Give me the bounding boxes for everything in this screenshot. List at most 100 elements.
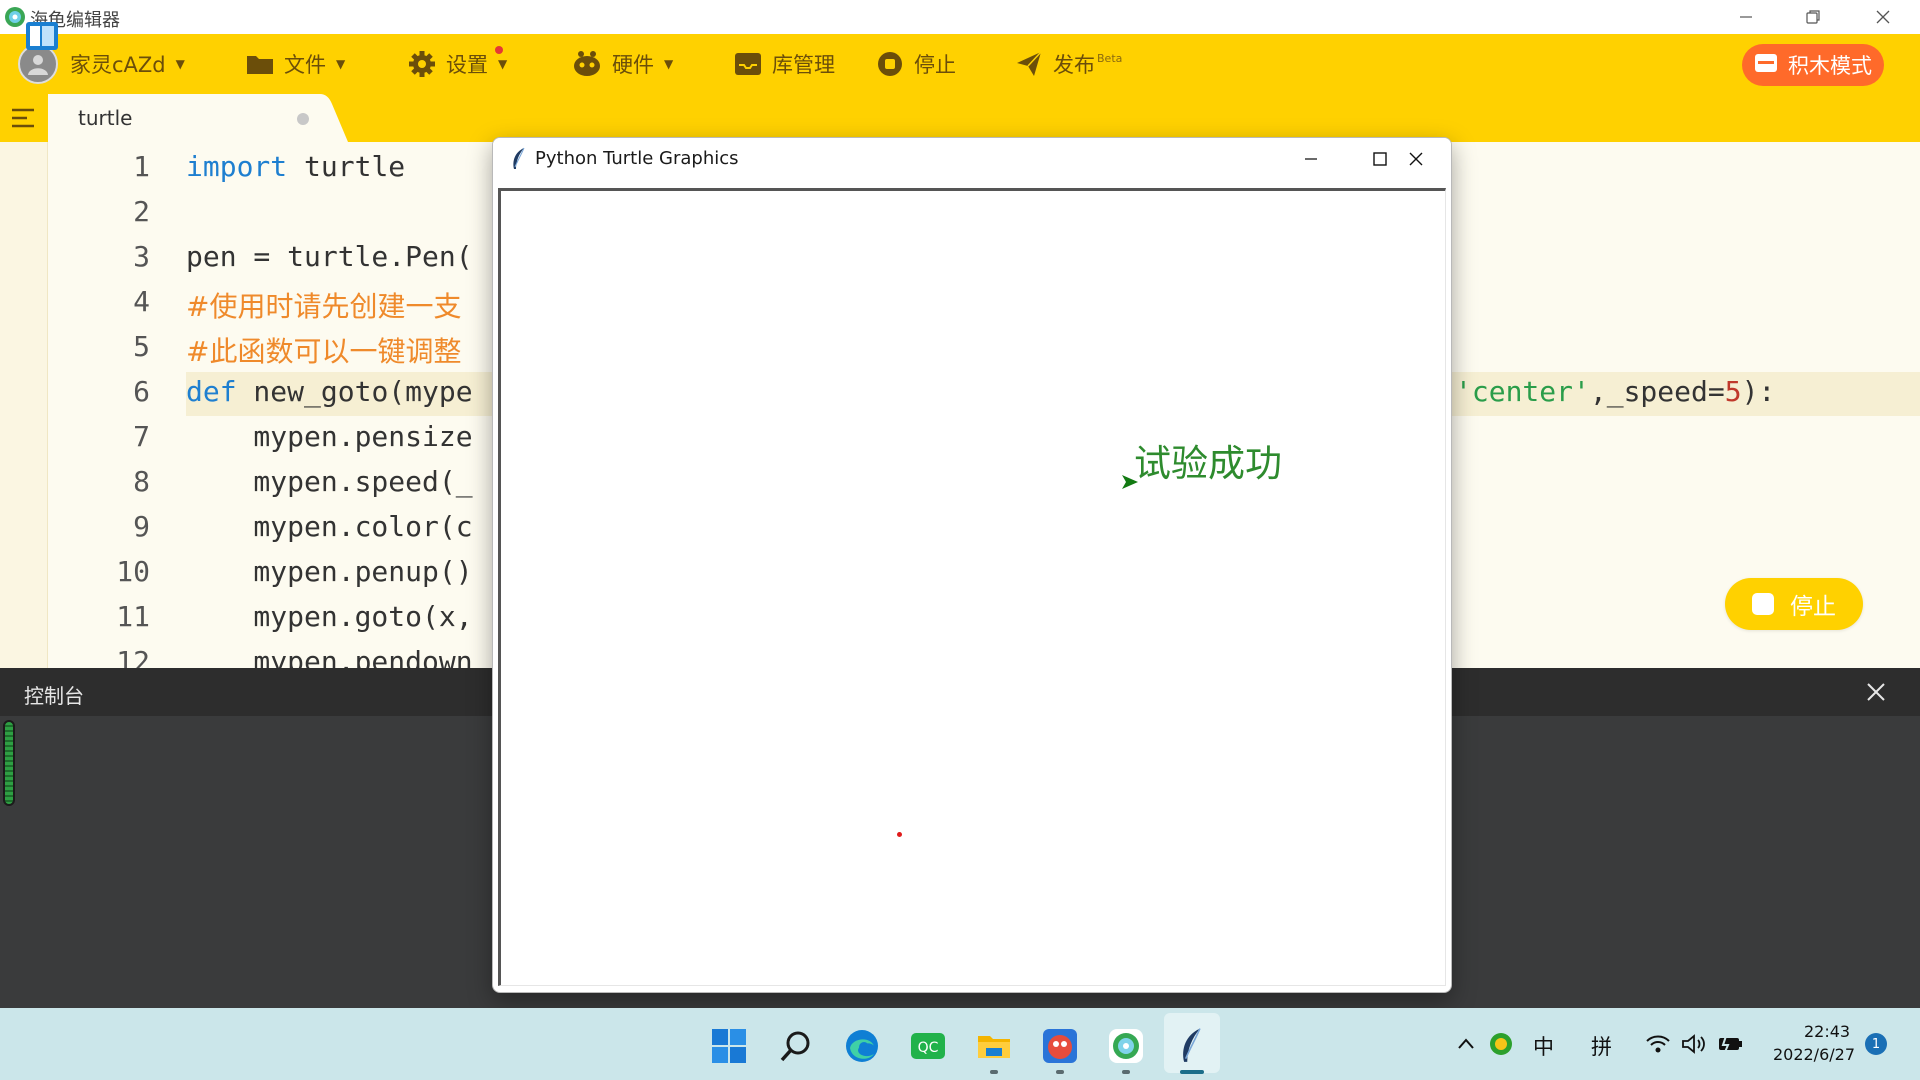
widgets-icon[interactable] [24, 20, 60, 52]
windows-taskbar [0, 1008, 1920, 1080]
line-number: 3 [133, 240, 150, 273]
minimize-button[interactable] [1716, 0, 1776, 34]
battery-icon[interactable] [1717, 1034, 1745, 1054]
code-line: mypen.color(c [186, 510, 473, 543]
turtle-editor-icon[interactable] [1106, 1026, 1146, 1066]
file-menu[interactable]: 文件 ▼ [246, 34, 345, 94]
user-icon [28, 55, 48, 75]
code-line-tail: 'center',_speed=5): [1455, 375, 1775, 408]
code-line: mypen.pensize [186, 420, 473, 453]
red-dot [897, 832, 902, 837]
stop-label: 停止 [914, 53, 956, 77]
file-menu-label: 文件 [284, 53, 326, 77]
clock-time[interactable]: 22:43 [1804, 1022, 1850, 1041]
code-text: new_goto(mype [236, 375, 473, 408]
minimize-icon [1740, 16, 1752, 18]
canvas-text: 试验成功 [1134, 442, 1282, 485]
console-scrollbar[interactable] [3, 720, 15, 806]
active-indicator [1180, 1070, 1204, 1074]
python-feather-icon[interactable] [1172, 1026, 1212, 1066]
hardware-menu-label: 硬件 [612, 53, 654, 77]
code-line: mypen.goto(x, [186, 600, 473, 633]
app-title-bar: 海龟编辑器 [0, 0, 1920, 34]
block-mode-button[interactable]: 积木模式 [1742, 44, 1884, 86]
editor-gutter [0, 142, 48, 668]
chevron-down-icon: ▼ [175, 57, 185, 71]
edge-icon[interactable] [842, 1026, 882, 1066]
line-number: 8 [133, 465, 150, 498]
windows-start-icon[interactable] [709, 1026, 749, 1066]
notification-dot [495, 46, 503, 54]
tab-turtle[interactable]: turtle [48, 94, 348, 142]
qq-music-icon[interactable]: QC [908, 1026, 948, 1066]
robot-icon [572, 50, 602, 78]
code-comment: #此函数可以一键调整 [186, 335, 462, 368]
wifi-icon[interactable] [1645, 1033, 1671, 1055]
turtle-close-button[interactable] [1381, 138, 1451, 180]
line-number: 9 [133, 510, 150, 543]
minimize-icon [1305, 158, 1317, 160]
code-comment: #使用时请先创建一支 [186, 290, 462, 323]
ime-mode-indicator[interactable]: 中 [1533, 1031, 1554, 1061]
publish-label: 发布 [1053, 53, 1095, 77]
block-mode-label: 积木模式 [1788, 54, 1872, 78]
close-icon[interactable] [1864, 680, 1888, 704]
hamburger-menu-icon[interactable] [10, 106, 36, 130]
gear-icon [408, 50, 436, 78]
game-icon[interactable] [1040, 1026, 1080, 1066]
keyword: import [186, 150, 288, 183]
code-line: mypen.speed(_ [186, 465, 473, 498]
number-literal: 5 [1724, 375, 1742, 408]
unsaved-dot [297, 113, 309, 125]
code-line: mypen.penup() [186, 555, 473, 588]
string-literal: 'center' [1455, 375, 1590, 408]
search-icon[interactable] [776, 1026, 816, 1066]
restore-button[interactable] [1783, 0, 1843, 34]
chevron-down-icon: ▼ [336, 57, 346, 71]
ime-input-indicator[interactable]: 拼 [1591, 1031, 1612, 1061]
chevron-down-icon: ▼ [664, 57, 674, 71]
user-name: 家灵cAZd [70, 53, 166, 77]
paper-plane-icon [1015, 50, 1043, 78]
svg-text:QC: QC [918, 1040, 939, 1056]
settings-menu[interactable]: 设置 ▼ [408, 34, 507, 94]
turtle-graphics-window: Python Turtle Graphics 试验成功 [492, 137, 1452, 993]
library-manager-button[interactable]: 库管理 [734, 34, 835, 94]
floating-stop-button[interactable]: 停止 [1725, 578, 1863, 630]
code-text: ): [1741, 375, 1776, 408]
tab-label: turtle [78, 106, 133, 130]
file-explorer-icon[interactable] [974, 1026, 1014, 1066]
volume-icon[interactable] [1681, 1033, 1707, 1055]
line-number: 11 [116, 600, 150, 633]
stop-button[interactable]: 停止 [876, 34, 956, 94]
turtle-canvas[interactable]: 试验成功 [498, 188, 1446, 986]
folder-icon [246, 52, 274, 76]
python-feather-icon [513, 147, 525, 169]
library-manager-label: 库管理 [772, 53, 835, 77]
code-text: turtle [287, 150, 406, 183]
line-number: 10 [116, 555, 150, 588]
turtle-editor-logo-icon [5, 7, 25, 27]
code-line: import turtle [186, 150, 405, 183]
tray-app-icon[interactable] [1489, 1032, 1513, 1056]
inbox-icon [734, 51, 762, 77]
clock-date[interactable]: 2022/6/27 [1765, 1045, 1855, 1064]
main-toolbar: 家灵cAZd ▼ 文件 ▼ 设置 ▼ 硬件 ▼ 库管理 停止 发布 Beta 积… [0, 34, 1920, 94]
settings-menu-label: 设置 [446, 53, 488, 77]
line-number: 2 [133, 195, 150, 228]
stop-square-icon [1752, 593, 1774, 615]
notification-badge[interactable]: 1 [1865, 1033, 1887, 1055]
hardware-menu[interactable]: 硬件 ▼ [572, 34, 673, 94]
close-button[interactable] [1853, 0, 1913, 34]
turtle-window-title-bar[interactable]: Python Turtle Graphics [493, 138, 1451, 180]
blocks-icon [1754, 52, 1778, 79]
line-number: 12 [116, 645, 150, 668]
turtle-window-title: Python Turtle Graphics [535, 148, 739, 169]
publish-button[interactable]: 发布 Beta [1015, 34, 1122, 94]
floating-stop-label: 停止 [1790, 594, 1836, 620]
turtle-minimize-button[interactable] [1276, 138, 1346, 180]
keyword: def [186, 375, 237, 408]
close-icon [1876, 10, 1890, 24]
turtle-cursor-icon [1122, 475, 1138, 489]
chevron-up-icon[interactable] [1457, 1036, 1475, 1050]
